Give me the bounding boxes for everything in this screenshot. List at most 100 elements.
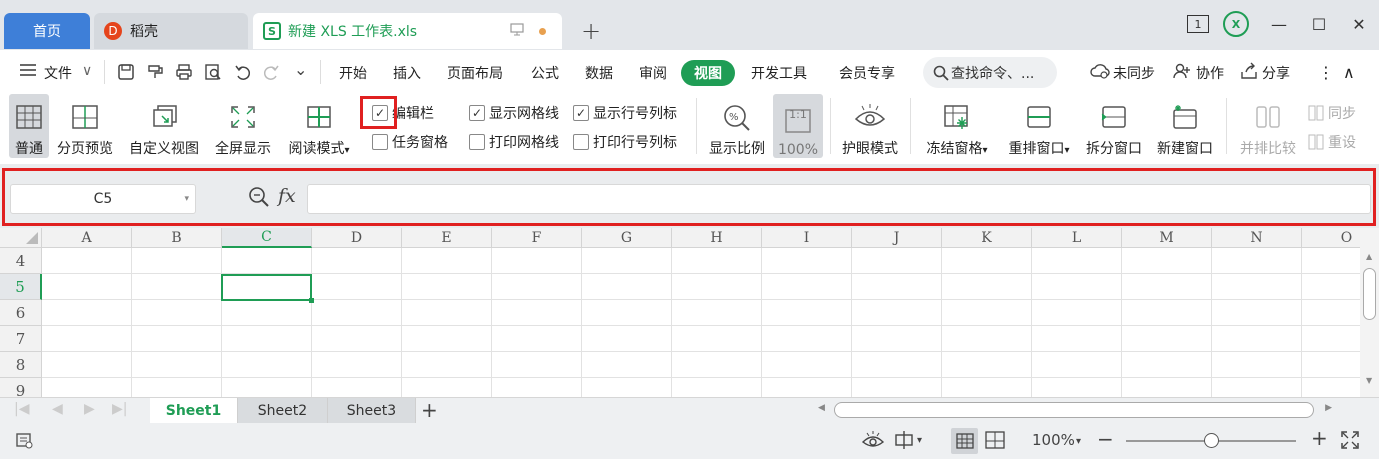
- checkbox-show-gridlines-box[interactable]: ✓: [469, 105, 485, 121]
- sync-status[interactable]: 未同步: [1113, 63, 1155, 83]
- zoom-100-button[interactable]: 1:1 100%: [773, 94, 823, 158]
- first-sheet-icon[interactable]: |◀: [14, 401, 29, 417]
- window-count-badge[interactable]: 1: [1187, 15, 1209, 33]
- split-window-button[interactable]: 拆分窗口: [1083, 94, 1145, 158]
- menu-insert[interactable]: 插入: [393, 63, 421, 83]
- checkbox-show-headings-box[interactable]: ✓: [573, 105, 589, 121]
- sheet-tab-sheet3[interactable]: Sheet3: [328, 398, 416, 423]
- new-tab-button[interactable]: +: [581, 17, 601, 45]
- vertical-scrollbar[interactable]: ▲ ▼: [1360, 228, 1379, 398]
- checkbox-show-headings[interactable]: ✓ 显示行号列标: [573, 103, 677, 123]
- page-break-preview-button[interactable]: 分页预览: [55, 94, 115, 158]
- print-preview-icon[interactable]: [204, 63, 222, 85]
- select-all-corner[interactable]: [0, 228, 42, 248]
- row-header-6[interactable]: 6: [0, 300, 42, 326]
- compare-side-by-side-button[interactable]: 并排比较: [1236, 94, 1300, 158]
- sheet-tab-sheet2[interactable]: Sheet2: [238, 398, 328, 423]
- menu-view[interactable]: 视图: [681, 60, 735, 86]
- next-sheet-icon[interactable]: ▶: [84, 401, 95, 417]
- input-method-icon[interactable]: [893, 429, 915, 455]
- tab-home[interactable]: 首页: [4, 13, 90, 49]
- column-header-g[interactable]: G: [582, 228, 672, 248]
- menu-page-layout[interactable]: 页面布局: [447, 63, 503, 83]
- page-break-status-icon[interactable]: [985, 431, 1005, 453]
- checkbox-task-pane[interactable]: 任务窗格: [372, 132, 448, 152]
- row-header-7[interactable]: 7: [0, 326, 42, 352]
- row-header-5[interactable]: 5: [0, 274, 42, 300]
- arrange-windows-button[interactable]: 重排窗口▾: [1002, 94, 1076, 158]
- column-header-j[interactable]: J: [852, 228, 942, 248]
- scroll-left-icon[interactable]: ◀: [818, 403, 825, 413]
- column-header-f[interactable]: F: [492, 228, 582, 248]
- column-header-b[interactable]: B: [132, 228, 222, 248]
- scroll-down-icon[interactable]: ▼: [1366, 376, 1372, 385]
- column-header-l[interactable]: L: [1032, 228, 1122, 248]
- checkbox-print-gridlines[interactable]: 打印网格线: [469, 132, 559, 152]
- column-header-o[interactable]: O: [1302, 228, 1360, 248]
- tab-docer[interactable]: D 稻壳: [94, 13, 248, 49]
- minimize-button[interactable]: —: [1259, 15, 1299, 34]
- row-header-8[interactable]: 8: [0, 352, 42, 378]
- menu-member[interactable]: 会员专享: [839, 63, 895, 83]
- zoom-out-button[interactable]: −: [1097, 427, 1114, 451]
- menu-file[interactable]: 文件: [44, 63, 72, 83]
- normal-view-button[interactable]: 普通: [9, 94, 49, 158]
- add-sheet-button[interactable]: +: [421, 398, 438, 422]
- column-header-h[interactable]: H: [672, 228, 762, 248]
- macro-record-icon[interactable]: [14, 430, 34, 454]
- collapse-ribbon-icon[interactable]: ∧: [1343, 63, 1355, 82]
- checkbox-task-pane-box[interactable]: [372, 134, 388, 150]
- eye-protection-button[interactable]: 护眼模式: [838, 94, 902, 158]
- menu-start[interactable]: 开始: [339, 63, 367, 83]
- reading-mode-dropdown-icon[interactable]: ▾: [344, 145, 349, 156]
- reset-position-button[interactable]: 重设: [1307, 132, 1356, 152]
- fit-window-icon[interactable]: [1340, 430, 1360, 454]
- zoom-level-text[interactable]: 100%: [1032, 431, 1075, 449]
- command-search[interactable]: 查找命令、...: [923, 57, 1057, 88]
- active-cell-c5[interactable]: [221, 274, 314, 303]
- last-sheet-icon[interactable]: ▶|: [112, 401, 127, 417]
- freeze-panes-dropdown-icon[interactable]: ▾: [982, 145, 987, 156]
- zoom-slider-knob[interactable]: [1204, 433, 1219, 448]
- custom-view-button[interactable]: 自定义视图: [126, 94, 202, 158]
- collaborate-button[interactable]: 协作: [1196, 63, 1224, 83]
- horizontal-scroll-thumb[interactable]: [834, 402, 1314, 418]
- column-header-k[interactable]: K: [942, 228, 1032, 248]
- fullscreen-button[interactable]: 全屏显示: [212, 94, 274, 158]
- sheet-tab-sheet1[interactable]: Sheet1: [150, 398, 238, 423]
- freeze-panes-button[interactable]: 冻结窗格▾: [920, 94, 994, 158]
- scroll-up-icon[interactable]: ▲: [1366, 252, 1372, 261]
- redo-icon[interactable]: [262, 63, 280, 85]
- format-painter-icon[interactable]: [146, 63, 164, 85]
- checkbox-print-headings-box[interactable]: [573, 134, 589, 150]
- new-window-button[interactable]: 新建窗口: [1153, 94, 1217, 158]
- reading-mode-button[interactable]: 阅读模式▾: [283, 94, 355, 158]
- status-normal-view-button[interactable]: [951, 428, 978, 454]
- column-header-d[interactable]: D: [312, 228, 402, 248]
- row-header-9[interactable]: 9: [0, 378, 42, 398]
- fill-handle[interactable]: [309, 298, 314, 303]
- column-header-a[interactable]: A: [42, 228, 132, 248]
- checkbox-show-gridlines[interactable]: ✓ 显示网格线: [469, 103, 559, 123]
- tab-document[interactable]: S 新建 XLS 工作表.xls: [253, 13, 562, 49]
- file-dropdown-icon[interactable]: ∨: [82, 63, 92, 79]
- menu-data[interactable]: 数据: [585, 63, 613, 83]
- column-header-c[interactable]: C: [222, 228, 312, 248]
- prev-sheet-icon[interactable]: ◀: [52, 401, 63, 417]
- input-method-dropdown-icon[interactable]: ▾: [917, 435, 922, 446]
- menu-formula[interactable]: 公式: [531, 63, 559, 83]
- monitor-icon[interactable]: [510, 23, 524, 40]
- print-icon[interactable]: [175, 63, 193, 85]
- close-button[interactable]: ✕: [1339, 15, 1379, 34]
- horizontal-scrollbar[interactable]: ◀ ▶: [810, 401, 1340, 419]
- row-header-4[interactable]: 4: [0, 248, 42, 274]
- checkbox-print-headings[interactable]: 打印行号列标: [573, 132, 677, 152]
- column-header-m[interactable]: M: [1122, 228, 1212, 248]
- maximize-button[interactable]: ☐: [1299, 15, 1339, 34]
- sync-scroll-button[interactable]: 同步: [1307, 103, 1356, 123]
- zoom-ratio-button[interactable]: % 显示比例: [706, 94, 768, 158]
- cell-grid[interactable]: ABCDEFGHIJKLMNO 456789: [0, 228, 1360, 398]
- menu-developer[interactable]: 开发工具: [751, 63, 807, 83]
- column-header-i[interactable]: I: [762, 228, 852, 248]
- zoom-in-button[interactable]: +: [1311, 426, 1328, 450]
